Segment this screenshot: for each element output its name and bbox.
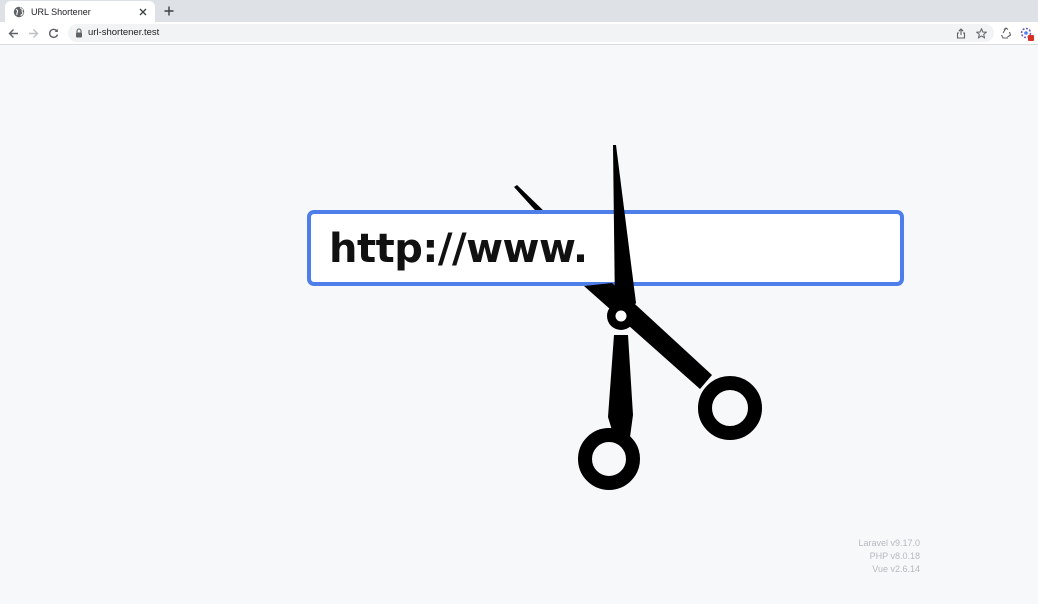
version-info: Laravel v9.17.0 PHP v8.0.18 Vue v2.6.14 xyxy=(858,537,920,576)
globe-icon xyxy=(13,6,25,18)
lock-icon[interactable] xyxy=(75,28,83,38)
browser-tab[interactable]: URL Shortener xyxy=(5,1,155,22)
laravel-version: Laravel v9.17.0 xyxy=(858,538,920,548)
browser-toolbar: url-shortener.test xyxy=(0,22,1038,45)
back-arrow-icon xyxy=(8,28,18,38)
extension-icon[interactable] xyxy=(1019,26,1034,41)
extension-badge xyxy=(1028,35,1034,41)
recycle-icon[interactable] xyxy=(999,26,1013,40)
url-box: http://www. xyxy=(307,210,904,286)
forward-arrow-icon xyxy=(28,28,38,38)
new-tab-button[interactable] xyxy=(162,4,176,18)
hero-illustration: http://www. xyxy=(0,45,1038,604)
scissors-icon xyxy=(578,145,762,490)
back-button[interactable] xyxy=(6,26,20,40)
address-bar[interactable]: url-shortener.test xyxy=(68,24,994,42)
address-url[interactable]: url-shortener.test xyxy=(88,27,159,38)
plus-icon xyxy=(164,6,174,16)
tab-strip: URL Shortener xyxy=(0,0,1038,22)
page-content: http://www. Laravel v9.17.0 PHP v8.0.18 … xyxy=(0,45,1038,604)
forward-button[interactable] xyxy=(26,26,40,40)
scissors-back-blade xyxy=(514,185,610,285)
reload-button[interactable] xyxy=(46,26,60,40)
php-version: PHP v8.0.18 xyxy=(869,551,920,561)
vue-version: Vue v2.6.14 xyxy=(872,564,920,574)
tab-title: URL Shortener xyxy=(31,6,91,17)
share-icon[interactable] xyxy=(955,27,967,39)
reload-icon xyxy=(48,28,58,38)
url-text: http://www. xyxy=(329,226,588,272)
star-icon[interactable] xyxy=(975,27,987,39)
close-icon[interactable] xyxy=(137,6,149,18)
